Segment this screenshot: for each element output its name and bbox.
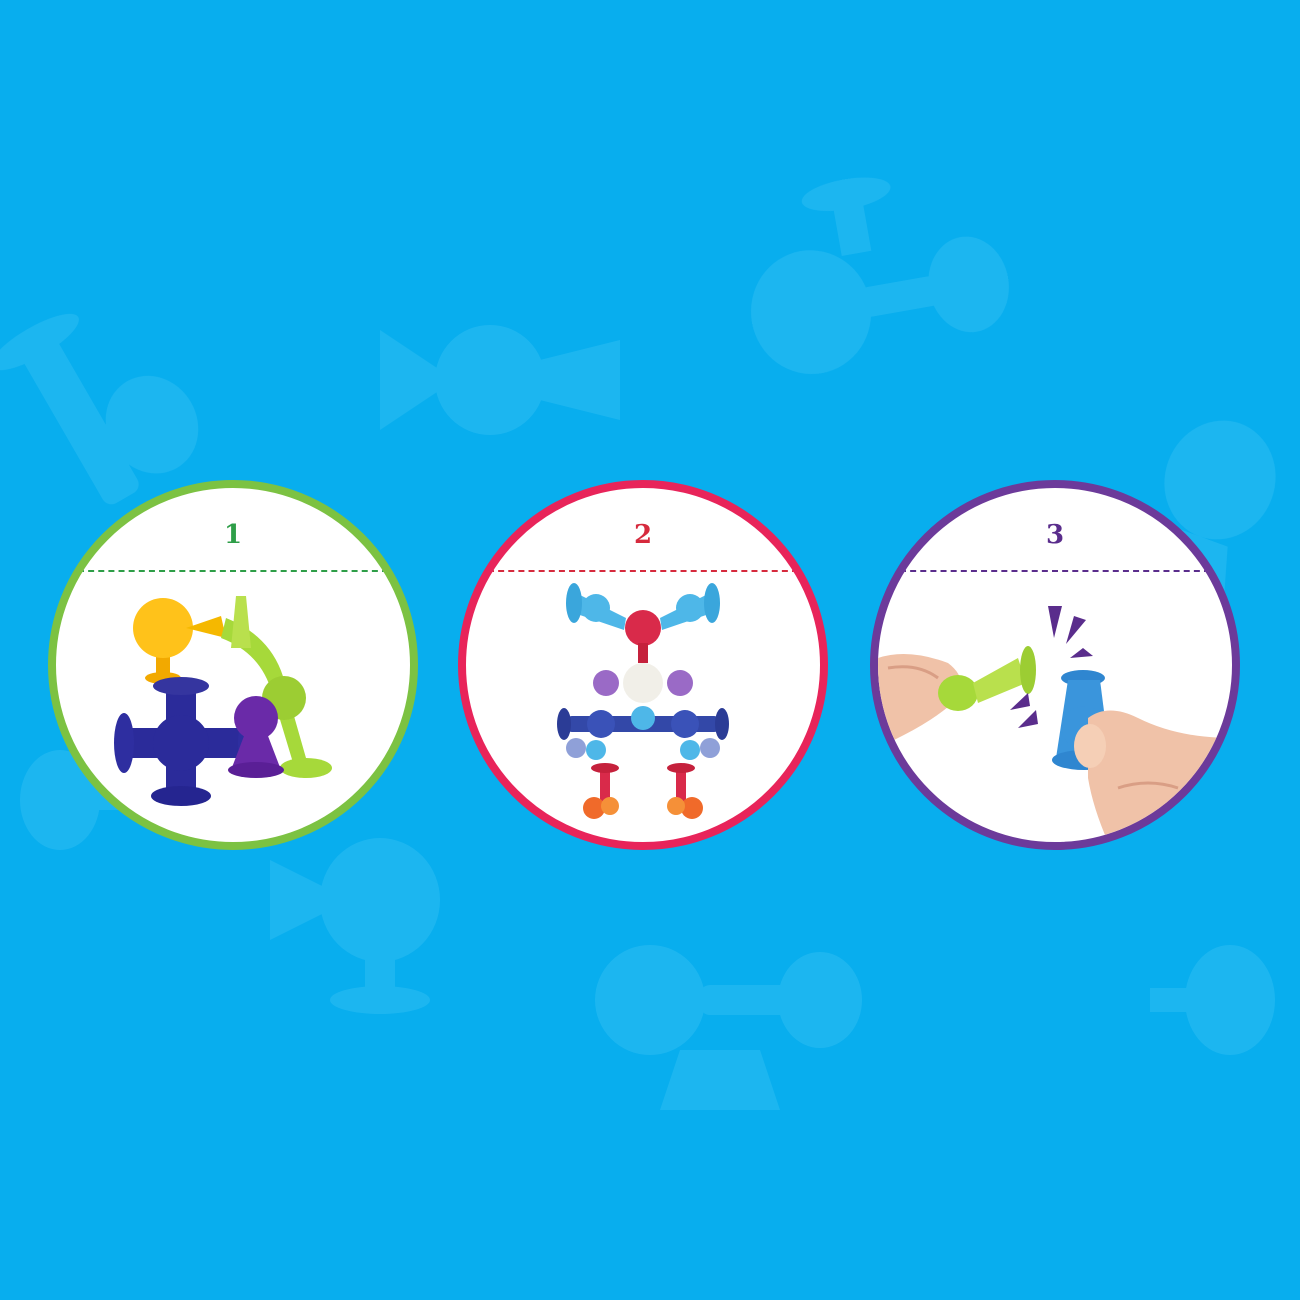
bg-toy-silhouette	[595, 945, 862, 1110]
step-2-circle: 2	[458, 480, 828, 850]
suction-toy-cluster-icon	[114, 596, 332, 806]
bg-toy-silhouette	[270, 838, 440, 1014]
hands-connecting-toys-icon	[878, 606, 1232, 842]
bg-toy-silhouette	[380, 325, 620, 435]
step-3-circle: 3	[870, 480, 1240, 850]
bg-toy-silhouette	[751, 177, 1009, 375]
step-1-circle: 1	[48, 480, 418, 850]
bg-toy-silhouette	[1150, 945, 1275, 1055]
suction-toy-figure-icon	[557, 583, 729, 819]
